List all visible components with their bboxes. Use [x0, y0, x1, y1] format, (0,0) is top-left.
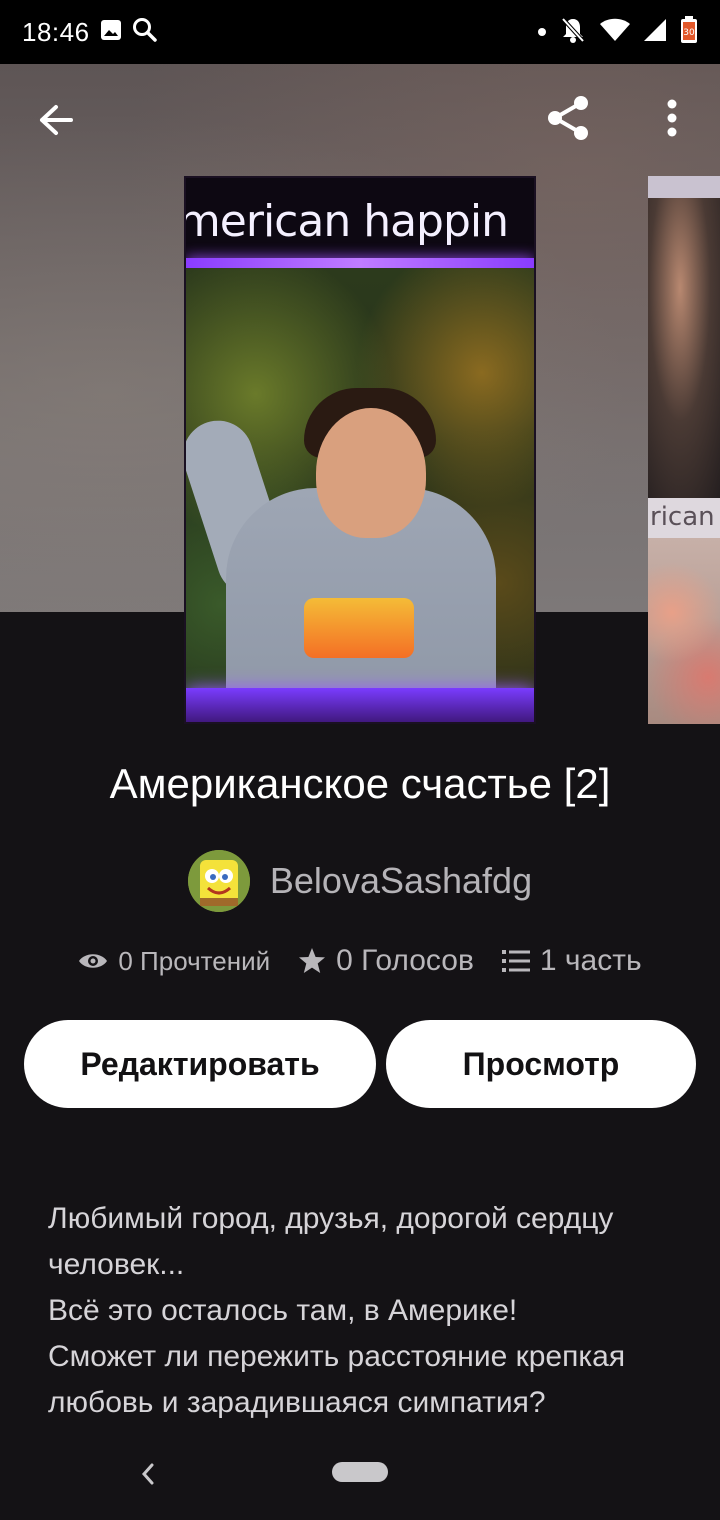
arrow-left-icon	[40, 105, 73, 135]
wifi-icon	[600, 18, 630, 47]
cover-photo	[186, 268, 534, 722]
story-cover-next[interactable]: rican h	[648, 176, 720, 724]
eye-icon	[79, 954, 108, 968]
status-time: 18:46	[22, 16, 90, 47]
cover-glow-line	[186, 258, 534, 268]
nav-back-button[interactable]	[128, 1454, 168, 1494]
edit-button[interactable]: Редактировать	[24, 1020, 376, 1108]
story-stats: 0 Прочтений 0 Голосов 1 часть	[0, 944, 720, 978]
battery-icon: 30	[680, 15, 698, 49]
back-button[interactable]	[24, 88, 88, 152]
system-navigation-bar	[0, 1440, 720, 1520]
action-buttons: Редактировать Просмотр	[24, 1020, 696, 1108]
cover-title-band: american happin	[186, 178, 534, 264]
nav-home-pill[interactable]	[332, 1462, 388, 1482]
story-details-screen: 18:46 30 american happin rican Американс…	[0, 0, 720, 1520]
image-icon	[100, 19, 122, 46]
more-vertical-icon	[667, 99, 677, 137]
status-bar: 18:46 30	[0, 0, 720, 64]
signal-icon	[644, 18, 666, 46]
share-icon	[548, 96, 588, 140]
reads-stat: 0 Прочтений	[78, 946, 270, 977]
reads-count: 0 Прочтений	[118, 945, 271, 976]
story-title: Американское счастье [2]	[109, 760, 611, 807]
notification-dot	[538, 28, 546, 36]
preview-button[interactable]: Просмотр	[386, 1020, 696, 1108]
description-line: Любимый город, друзья, дорогой сердцу че…	[48, 1202, 614, 1281]
parts-count: 1 часть	[539, 944, 642, 977]
cover-glow-line	[186, 688, 534, 722]
story-description: Любимый город, друзья, дорогой сердцу че…	[48, 1196, 688, 1426]
votes-count: 0 Голосов	[336, 944, 474, 977]
cover-side-title-text: rican h	[650, 502, 720, 532]
description-line: Всё это осталось там, в Америке!	[48, 1294, 518, 1327]
story-cover-current[interactable]: american happin	[184, 176, 536, 724]
svg-text:30: 30	[683, 28, 695, 38]
share-button[interactable]	[536, 86, 600, 150]
bell-off-icon	[560, 16, 586, 49]
author-name[interactable]: BelovaSashafdg	[270, 860, 532, 902]
parts-stat: 1 часть	[501, 944, 642, 978]
author-row[interactable]: BelovaSashafdg	[0, 850, 720, 912]
votes-stat: 0 Голосов	[298, 944, 474, 978]
star-icon	[299, 948, 326, 973]
cover-title-text: american happin	[186, 195, 509, 247]
description-line: Сможет ли пережить расстояние крепкая лю…	[48, 1340, 626, 1419]
avatar[interactable]	[187, 850, 250, 912]
list-icon	[501, 950, 530, 972]
more-options-button[interactable]	[640, 86, 704, 150]
chevron-left-icon	[141, 1463, 154, 1485]
search-icon	[132, 17, 158, 48]
